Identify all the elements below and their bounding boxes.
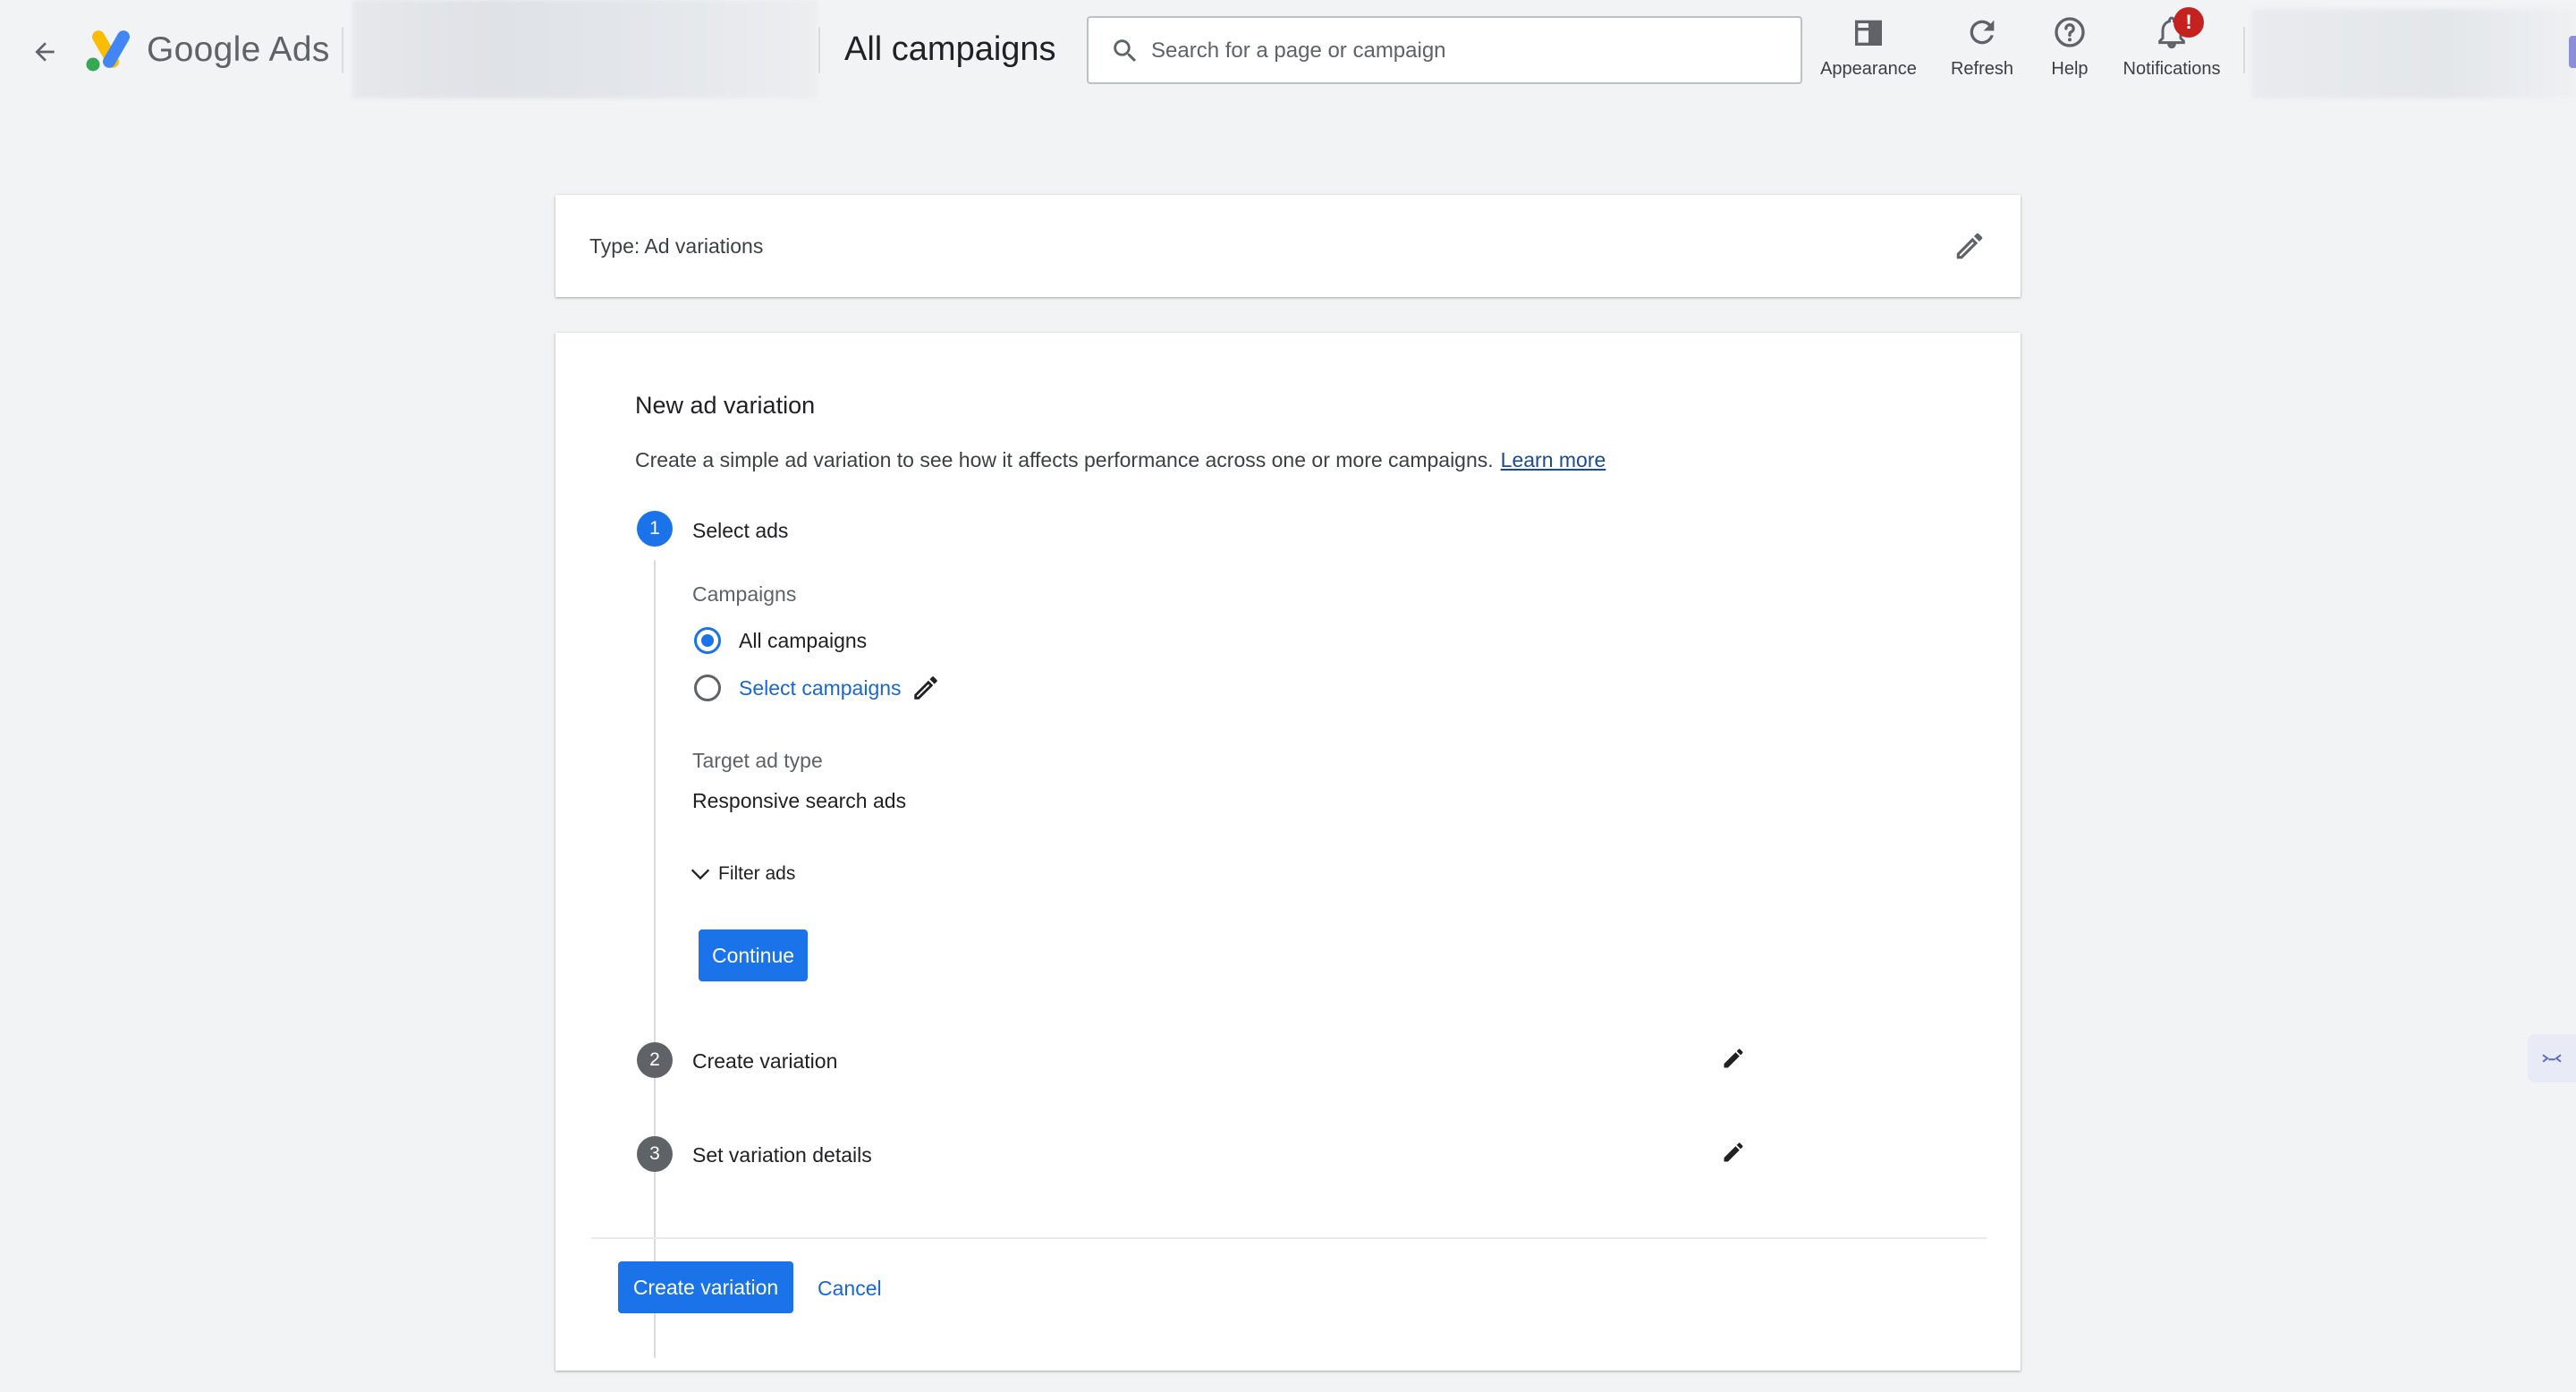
arrow-back-icon (35, 42, 55, 62)
google-ads-logo-icon (86, 30, 130, 72)
target-ad-type-value: Responsive search ads (692, 789, 907, 812)
side-panel-toggle[interactable] (2528, 1034, 2576, 1082)
section-description: Create a simple ad variation to see how … (635, 448, 1606, 472)
top-app-bar: Google Ads All campaigns Appearance Refr… (0, 0, 2576, 100)
search-icon (1114, 39, 1137, 63)
search-box[interactable] (1087, 16, 1802, 84)
redacted-account-area (352, 0, 818, 98)
cancel-button[interactable]: Cancel (818, 1274, 882, 1303)
learn-more-link[interactable]: Learn more (1501, 448, 1606, 471)
page-title: All campaigns (844, 30, 1056, 68)
filter-ads-toggle[interactable]: Filter ads (688, 862, 795, 887)
divider (342, 27, 343, 73)
notifications-button[interactable]: ! Notifications (2116, 7, 2227, 84)
step-3-number: 3 (637, 1136, 673, 1172)
refresh-icon (1970, 20, 1995, 45)
step-1-title: Select ads (692, 519, 789, 542)
appearance-button[interactable]: Appearance (1818, 13, 1919, 84)
experiment-type-card: Type: Ad variations (555, 195, 2021, 297)
footer-divider (591, 1237, 1987, 1239)
panel-accent (2569, 36, 2576, 68)
all-campaigns-option[interactable]: All campaigns (694, 623, 867, 658)
step-2-title: Create variation (692, 1049, 838, 1073)
edit-campaigns-pencil-icon[interactable] (911, 673, 941, 703)
all-campaigns-radio[interactable] (694, 627, 721, 654)
help-button[interactable]: Help (2043, 13, 2097, 84)
code-icon (2542, 1054, 2562, 1063)
edit-type-pencil-icon[interactable] (1953, 229, 1987, 263)
step-2-number: 2 (637, 1042, 673, 1078)
divider (818, 27, 820, 73)
step-3-title: Set variation details (692, 1143, 872, 1167)
section-heading: New ad variation (635, 392, 816, 419)
create-variation-button[interactable]: Create variation (618, 1261, 793, 1313)
refresh-label: Refresh (1950, 59, 2014, 79)
description-text: Create a simple ad variation to see how … (635, 448, 1494, 471)
campaigns-label: Campaigns (692, 582, 797, 606)
help-icon (2055, 17, 2085, 47)
edit-step-2-pencil-icon[interactable] (1721, 1046, 1746, 1071)
continue-button[interactable]: Continue (699, 929, 808, 981)
chevron-down-icon (691, 869, 710, 880)
new-ad-variation-card: New ad variation Create a simple ad vari… (555, 333, 2021, 1371)
target-ad-type-label: Target ad type (692, 749, 823, 772)
appearance-icon (1855, 20, 1882, 46)
notification-badge: ! (2174, 7, 2204, 38)
appearance-label: Appearance (1820, 59, 1917, 79)
select-campaigns-option[interactable]: Select campaigns (694, 670, 941, 706)
select-campaigns-radio[interactable] (694, 675, 721, 701)
all-campaigns-label[interactable]: All campaigns (739, 629, 867, 653)
notifications-label: Notifications (2123, 59, 2221, 79)
redacted-account-menu (2252, 9, 2576, 98)
back-button[interactable] (25, 32, 64, 72)
search-input[interactable] (1149, 27, 1779, 75)
filter-ads-label: Filter ads (718, 863, 796, 884)
select-campaigns-link[interactable]: Select campaigns (739, 676, 902, 700)
edit-step-3-pencil-icon[interactable] (1721, 1140, 1746, 1165)
step-1-number: 1 (637, 511, 673, 547)
divider (2243, 27, 2245, 73)
brand-name: Google Ads (147, 30, 330, 69)
experiment-type-label: Type: Ad variations (589, 234, 764, 258)
refresh-button[interactable]: Refresh (1946, 13, 2018, 84)
help-label: Help (2051, 59, 2089, 79)
